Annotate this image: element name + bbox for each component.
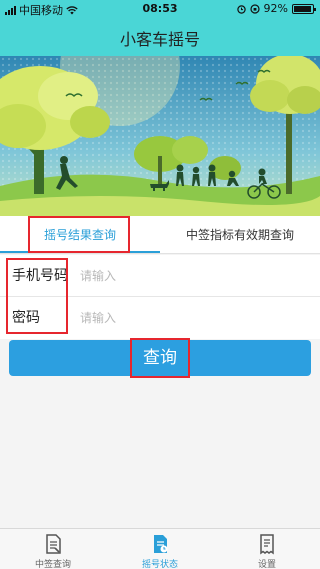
password-row: 密码 xyxy=(0,297,320,339)
bottom-tab-bar: 中签查询 摇号状态 设置 xyxy=(0,528,320,569)
alarm-icon xyxy=(236,4,246,14)
app-screen: 中国移动 08:53 92% 小客车摇号 摇号结果查询 中签指标有效期查询 手机… xyxy=(0,0,320,569)
query-tabs: 摇号结果查询 中签指标有效期查询 xyxy=(0,216,320,254)
bottom-tab-label: 设置 xyxy=(257,560,276,569)
query-button[interactable]: 查询 xyxy=(9,340,311,376)
orientation-lock-icon xyxy=(249,3,260,14)
bottom-tab-win-query[interactable]: 中签查询 xyxy=(0,529,106,569)
receipt-icon xyxy=(260,534,274,555)
active-tab-indicator xyxy=(0,251,160,253)
tab-lottery-result[interactable]: 摇号结果查询 xyxy=(0,216,160,254)
tab-quota-validity[interactable]: 中签指标有效期查询 xyxy=(160,216,320,254)
phone-label: 手机号码 xyxy=(12,268,68,284)
battery-icon xyxy=(292,3,316,14)
page-title: 小客车摇号 xyxy=(119,30,200,49)
battery-percent: 92% xyxy=(263,2,288,15)
password-label: 密码 xyxy=(12,310,40,326)
status-right: 92% xyxy=(236,2,316,15)
bottom-tab-lottery-status[interactable]: 摇号状态 xyxy=(107,529,213,569)
query-form: 手机号码 密码 xyxy=(0,255,320,339)
document-list-icon xyxy=(46,534,61,554)
phone-input[interactable] xyxy=(80,265,300,287)
top-bar: 中国移动 08:53 92% 小客车摇号 xyxy=(0,0,320,56)
status-bar: 中国移动 08:53 92% xyxy=(0,0,320,18)
password-input[interactable] xyxy=(80,307,300,329)
banner-illustration xyxy=(0,56,320,216)
phone-row: 手机号码 xyxy=(0,255,320,297)
bottom-tab-settings[interactable]: 设置 xyxy=(214,529,320,569)
document-status-icon xyxy=(154,535,168,553)
bottom-tab-label: 摇号状态 xyxy=(141,560,178,569)
bottom-tab-label: 中签查询 xyxy=(34,560,71,569)
